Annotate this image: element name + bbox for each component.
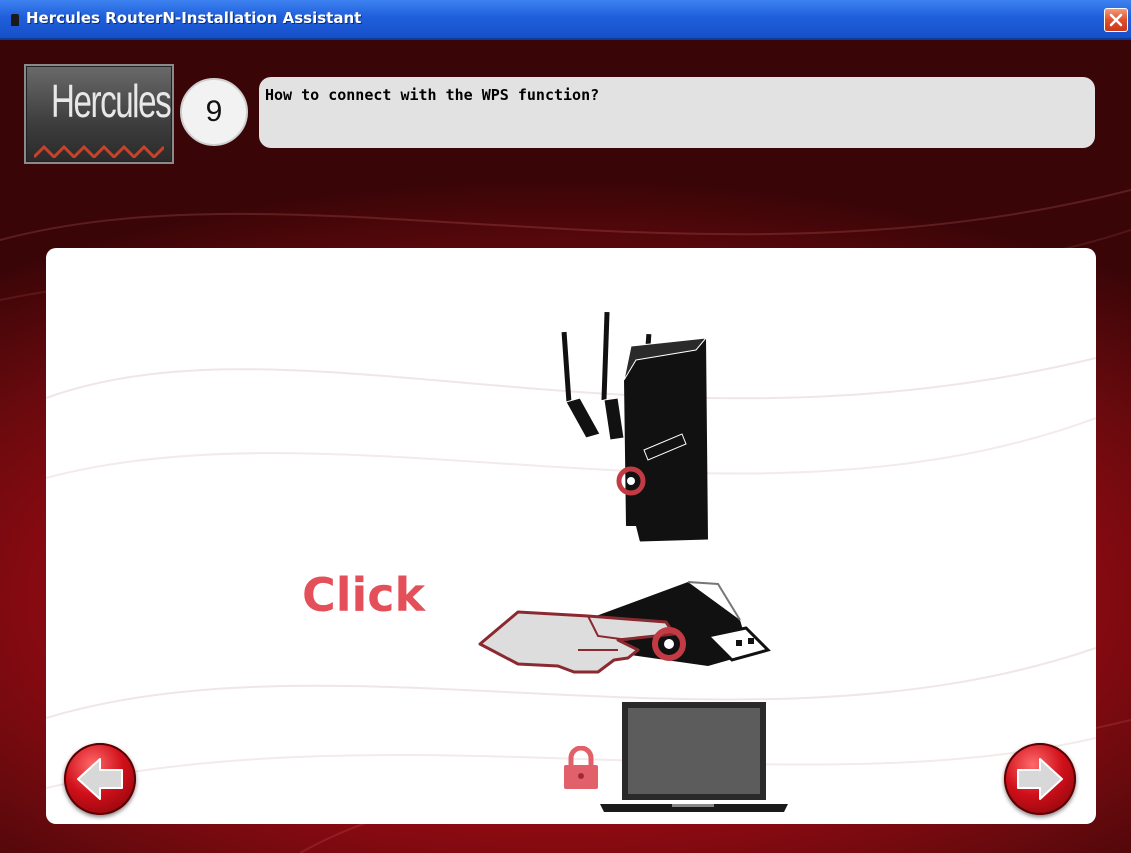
close-button[interactable]: [1104, 8, 1128, 32]
installer-window: Hercules RouterN-Installation Assistant …: [0, 0, 1131, 853]
laptop-icon: [600, 702, 788, 812]
step-number-badge: 9: [180, 78, 248, 146]
usb-wifi-adapter-icon: [478, 581, 771, 674]
padlock-icon: [564, 746, 598, 789]
click-label: Click: [302, 568, 426, 622]
hercules-logo: Hercules: [24, 64, 174, 164]
window-title: Hercules RouterN-Installation Assistant: [26, 9, 362, 27]
arrow-left-icon: [77, 758, 123, 800]
arrow-right-icon: [1017, 758, 1063, 800]
content-panel: Click: [46, 248, 1096, 824]
question-box: How to connect with the WPS function?: [259, 77, 1095, 148]
logo-text: Hercules: [51, 75, 172, 127]
close-icon: [1109, 13, 1123, 27]
title-bar[interactable]: Hercules RouterN-Installation Assistant: [0, 0, 1131, 40]
back-button[interactable]: [64, 743, 136, 815]
next-button[interactable]: [1004, 743, 1076, 815]
app-icon: [11, 14, 19, 26]
logo-pattern: [34, 144, 164, 158]
wireless-router-icon: [561, 311, 709, 543]
question-text: How to connect with the WPS function?: [265, 86, 600, 104]
main-area: Hercules 9 How to connect with the WPS f…: [0, 40, 1131, 853]
